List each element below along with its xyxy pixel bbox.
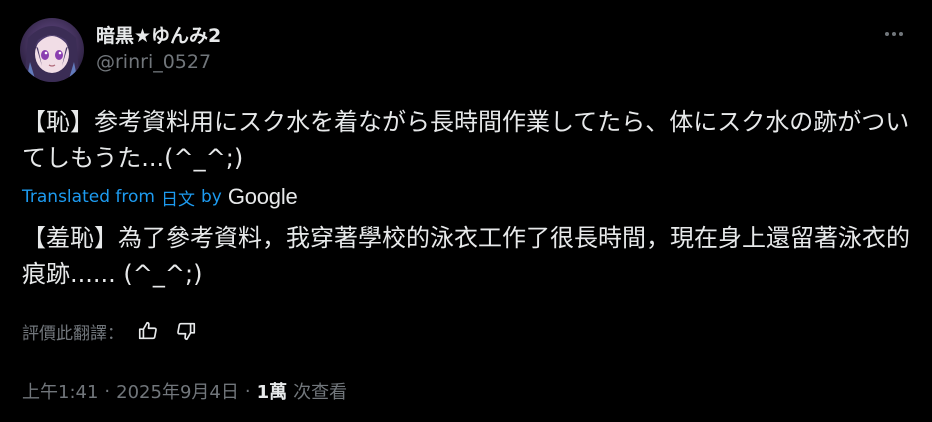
meta-separator: · [104, 380, 111, 402]
google-logo: Google [227, 184, 298, 209]
author-display-name[interactable]: 暗黒★ゆんみ2 [96, 24, 221, 48]
views-count: 1萬 [256, 382, 288, 403]
tweet-time[interactable]: 上午1:41 [22, 378, 98, 404]
avatar-image [20, 18, 84, 82]
source-language-label[interactable]: 日文 [161, 185, 195, 210]
rate-translation-row: 評價此翻譯： [22, 316, 200, 346]
tweet-meta: 上午1:41 · 2025年9月4日 · 1萬 次查看 [22, 377, 347, 405]
rate-bad-button[interactable] [172, 317, 200, 345]
views-label: 次查看 [293, 382, 348, 403]
translated-by-label: by [200, 187, 222, 207]
thumbs-down-icon [177, 322, 196, 341]
author-handle[interactable]: @rinri_0527 [96, 48, 221, 76]
translated-text: 【羞恥】為了參考資料，我穿著學校的泳衣工作了很長時間，現在身上還留著泳衣的痕跡.… [22, 224, 910, 288]
translated-from-label: Translated from [22, 187, 155, 207]
tweet-header: 暗黒★ゆんみ2 @rinri_0527 [20, 14, 221, 86]
tweet-date[interactable]: 2025年9月4日 [116, 378, 239, 404]
avatar[interactable] [20, 18, 84, 82]
thumbs-up-icon [138, 321, 157, 340]
rate-translation-label: 評價此翻譯： [22, 323, 124, 344]
meta-separator: · [244, 380, 251, 402]
more-horizontal-icon [885, 32, 903, 36]
rate-good-button[interactable] [134, 317, 162, 345]
more-options-button[interactable] [880, 20, 908, 48]
tweet-card: 暗黒★ゆんみ2 @rinri_0527 【恥】参考資料用にスク水を着ながら長時間… [0, 0, 932, 422]
author-names: 暗黒★ゆんみ2 @rinri_0527 [96, 24, 221, 76]
translation-attribution: Translated from 日文 by Google [22, 184, 298, 210]
tweet-text: 【恥】参考資料用にスク水を着ながら長時間作業してたら、体にスク水の跡がついてしも… [22, 108, 910, 172]
